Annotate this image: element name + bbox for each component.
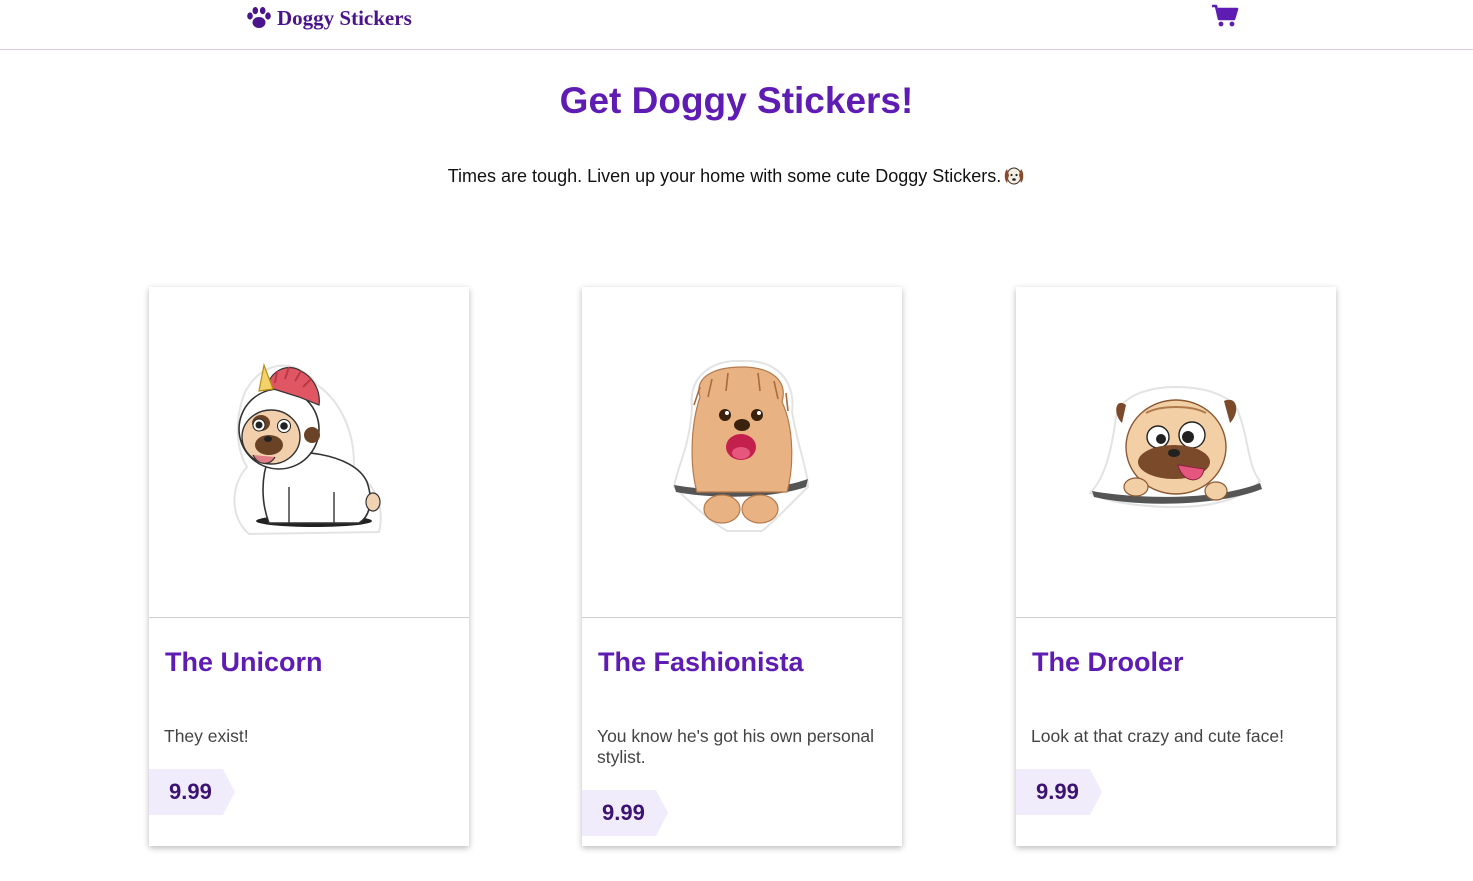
product-description: They exist! bbox=[164, 726, 249, 746]
product-title[interactable]: The Unicorn bbox=[165, 647, 323, 678]
price-tag: 9.99 bbox=[1016, 769, 1102, 815]
product-card-unicorn[interactable]: The Unicorn They exist! 9.99 bbox=[149, 287, 469, 846]
fluffy-dog-sticker bbox=[672, 359, 810, 532]
top-navbar: Doggy Stickers bbox=[0, 0, 1473, 50]
product-title[interactable]: The Drooler bbox=[1032, 647, 1184, 678]
product-description: You know he's got his own personal styli… bbox=[597, 726, 875, 767]
cart-button[interactable] bbox=[1211, 4, 1239, 28]
product-image bbox=[582, 287, 902, 618]
subtitle-text: Times are tough. Liven up your home with… bbox=[447, 166, 1002, 186]
price-tag: 9.99 bbox=[582, 790, 668, 836]
paw-icon bbox=[247, 7, 271, 28]
product-description: Look at that crazy and cute face! bbox=[1031, 726, 1284, 746]
brand-name: Doggy Stickers bbox=[277, 5, 412, 30]
unicorn-pug-sticker bbox=[233, 362, 382, 536]
product-title[interactable]: The Fashionista bbox=[598, 647, 804, 678]
product-price: 9.99 bbox=[169, 779, 212, 804]
cart-icon bbox=[1212, 4, 1239, 27]
product-image bbox=[149, 287, 469, 618]
product-card-fashionista[interactable]: The Fashionista You know he's got his ow… bbox=[582, 287, 902, 846]
page-title: Get Doggy Stickers! bbox=[559, 80, 914, 121]
page-subtitle: Times are tough. Liven up your home with… bbox=[0, 164, 1473, 187]
product-price: 9.99 bbox=[602, 800, 645, 825]
price-tag: 9.99 bbox=[149, 769, 235, 815]
product-card-drooler[interactable]: The Drooler Look at that crazy and cute … bbox=[1016, 287, 1336, 846]
product-image bbox=[1016, 287, 1336, 618]
product-price: 9.99 bbox=[1036, 779, 1079, 804]
dog-face-icon bbox=[1005, 167, 1024, 185]
brand-link[interactable]: Doggy Stickers bbox=[246, 4, 412, 32]
drooling-pug-sticker bbox=[1088, 385, 1262, 509]
